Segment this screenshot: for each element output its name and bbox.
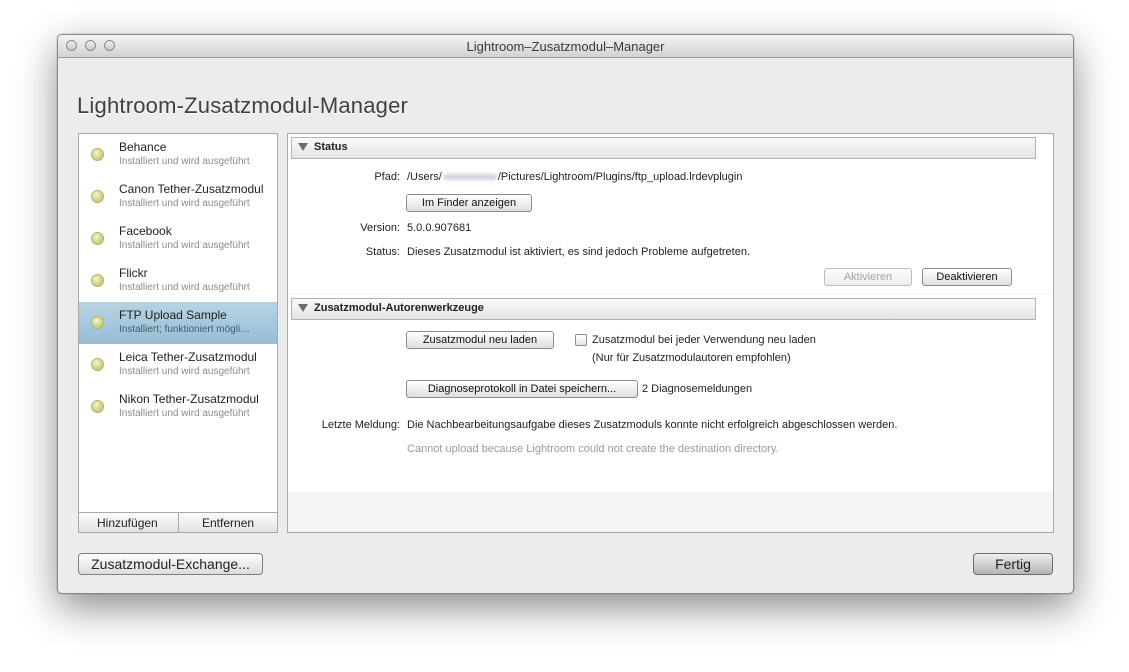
plugin-list-item[interactable]: Behance Installiert und wird ausgeführt <box>79 134 277 176</box>
plugin-list-item[interactable]: Canon Tether-Zusatzmodul Installiert und… <box>79 176 277 218</box>
last-message-detail: Cannot upload because Lightroom could no… <box>407 443 779 455</box>
plugin-list-item[interactable]: Flickr Installiert und wird ausgeführt <box>79 260 277 302</box>
status-section: Status Pfad: /Users//Pictures/Lightroom/… <box>288 134 1053 294</box>
disable-button[interactable]: Deaktivieren <box>922 268 1012 286</box>
reload-each-use-label: Zusatzmodul bei jeder Verwendung neu lad… <box>592 334 816 346</box>
reload-hint: (Nur für Zusatzmodulautoren empfohlen) <box>592 352 791 364</box>
status-label: Status: <box>365 246 400 258</box>
authoring-tools-section-header[interactable]: Zusatzmodul-Autorenwerkzeuge <box>291 298 1036 320</box>
plugin-name: Leica Tether-Zusatzmodul <box>119 350 257 364</box>
disclosure-triangle-icon <box>298 143 308 151</box>
save-diagnostic-log-button[interactable]: Diagnoseprotokoll in Datei speichern... <box>406 380 638 398</box>
add-plugin-button[interactable]: Hinzufügen <box>97 516 158 530</box>
plugin-list: Behance Installiert und wird ausgeführt … <box>78 133 278 533</box>
status-indicator-icon <box>91 148 104 161</box>
status-indicator-icon <box>91 190 104 203</box>
status-section-title: Status <box>314 141 348 153</box>
plugin-list-item[interactable]: Nikon Tether-Zusatzmodul Installiert und… <box>79 386 277 428</box>
plugin-name: Behance <box>119 140 167 154</box>
plugin-list-item[interactable]: Leica Tether-Zusatzmodul Installiert und… <box>79 344 277 386</box>
plugin-list-item[interactable]: Facebook Installiert und wird ausgeführt <box>79 218 277 260</box>
reload-plugin-button[interactable]: Zusatzmodul neu laden <box>406 331 554 349</box>
plugin-status: Installiert und wird ausgeführt <box>119 282 250 293</box>
list-button-bar: Hinzufügen Entfernen <box>79 512 277 532</box>
remove-plugin-button[interactable]: Entfernen <box>202 516 254 530</box>
plugin-name: Canon Tether-Zusatzmodul <box>119 182 264 196</box>
diagnostic-count: 2 Diagnosemeldungen <box>642 383 753 395</box>
plugin-manager-window: Lightroom–Zusatzmodul–Manager Lightroom-… <box>57 34 1074 594</box>
plugin-status: Installiert und wird ausgeführt <box>119 366 250 377</box>
status-indicator-icon <box>91 400 104 413</box>
last-message-value: Die Nachbearbeitungsaufgabe dieses Zusat… <box>407 419 898 431</box>
plugin-exchange-button[interactable]: Zusatzmodul-Exchange... <box>78 553 263 575</box>
plugin-details-panel: Status Pfad: /Users//Pictures/Lightroom/… <box>287 133 1054 533</box>
enable-button[interactable]: Aktivieren <box>824 268 912 286</box>
path-value: /Users//Pictures/Lightroom/Plugins/ftp_u… <box>407 171 743 183</box>
redacted-username <box>442 174 497 181</box>
path-label: Pfad: <box>374 171 400 183</box>
status-indicator-icon <box>91 274 104 287</box>
authoring-tools-section: Zusatzmodul-Autorenwerkzeuge Zusatzmodul… <box>288 295 1053 492</box>
last-message-label: Letzte Meldung: <box>321 419 400 431</box>
authoring-tools-section-title: Zusatzmodul-Autorenwerkzeuge <box>314 302 484 314</box>
reload-each-use-checkbox[interactable] <box>575 334 587 346</box>
plugin-status: Installiert und wird ausgeführt <box>119 240 250 251</box>
window-title: Lightroom–Zusatzmodul–Manager <box>466 39 665 54</box>
plugin-status: Installiert; funktioniert mögli… <box>119 324 251 335</box>
plugin-status: Installiert und wird ausgeführt <box>119 156 250 167</box>
plugin-status: Installiert und wird ausgeführt <box>119 408 250 419</box>
status-indicator-icon <box>91 316 104 329</box>
done-button[interactable]: Fertig <box>973 553 1053 575</box>
plugin-name: Facebook <box>119 224 172 238</box>
page-title: Lightroom-Zusatzmodul-Manager <box>77 93 409 118</box>
show-in-finder-button[interactable]: Im Finder anzeigen <box>406 194 532 212</box>
plugin-name: Nikon Tether-Zusatzmodul <box>119 392 259 406</box>
plugin-list-item-selected[interactable]: FTP Upload Sample Installiert; funktioni… <box>79 302 277 344</box>
version-value: 5.0.0.907681 <box>407 222 472 234</box>
status-indicator-icon <box>91 232 104 245</box>
status-indicator-icon <box>91 358 104 371</box>
plugin-name: Flickr <box>119 266 148 280</box>
disclosure-triangle-icon <box>298 304 308 312</box>
plugin-status: Installiert und wird ausgeführt <box>119 198 250 209</box>
version-label: Version: <box>360 222 400 234</box>
divider <box>178 513 179 532</box>
title-bar: Lightroom–Zusatzmodul–Manager <box>58 35 1073 58</box>
status-value: Dieses Zusatzmodul ist aktiviert, es sin… <box>407 246 750 258</box>
status-section-header[interactable]: Status <box>291 137 1036 159</box>
plugin-name: FTP Upload Sample <box>119 308 227 322</box>
